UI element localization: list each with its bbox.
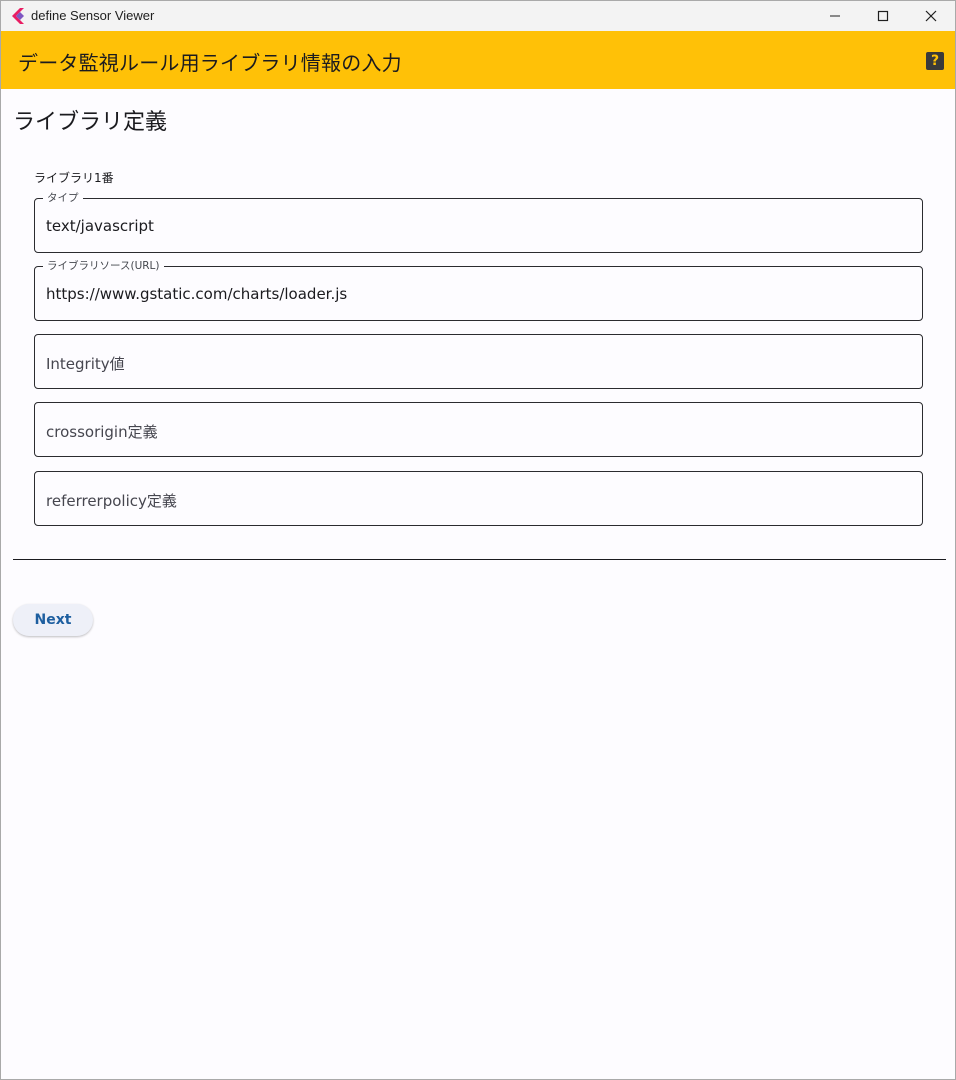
minimize-icon <box>830 15 840 17</box>
maximize-button[interactable] <box>860 1 906 31</box>
divider <box>13 559 946 560</box>
minimize-button[interactable] <box>812 1 858 31</box>
window-title: define Sensor Viewer <box>31 8 155 23</box>
referrerpolicy-placeholder[interactable]: referrerpolicy定義 <box>46 490 177 511</box>
page-title: データ監視ルール用ライブラリ情報の入力 <box>18 51 402 75</box>
flutter-logo-icon <box>12 8 24 24</box>
next-button[interactable]: Next <box>13 604 93 636</box>
type-field-label: タイプ <box>43 191 83 205</box>
help-icon[interactable]: ? <box>926 52 944 70</box>
close-button[interactable] <box>908 1 954 31</box>
crossorigin-placeholder[interactable]: crossorigin定義 <box>46 421 158 442</box>
maximize-icon <box>877 10 889 22</box>
section-title: ライブラリ定義 <box>13 110 168 135</box>
referrerpolicy-field[interactable]: referrerpolicy定義 <box>34 471 923 526</box>
integrity-field[interactable]: Integrity値 <box>34 334 923 389</box>
library-source-url-value[interactable]: https://www.gstatic.com/charts/loader.js <box>46 285 347 303</box>
crossorigin-field[interactable]: crossorigin定義 <box>34 402 923 457</box>
app-window: define Sensor Viewer データ監視ルール用ライブラリ情報の入力… <box>0 0 956 1080</box>
library-source-url-field[interactable]: ライブラリソース(URL) https://www.gstatic.com/ch… <box>34 259 923 321</box>
library-group-label: ライブラリ1番 <box>34 171 114 185</box>
type-field-value[interactable]: text/javascript <box>46 217 154 235</box>
close-icon <box>925 10 937 22</box>
type-field[interactable]: タイプ text/javascript <box>34 191 923 253</box>
library-source-url-label: ライブラリソース(URL) <box>43 259 164 273</box>
app-bar: データ監視ルール用ライブラリ情報の入力 ? <box>1 31 955 89</box>
title-bar[interactable]: define Sensor Viewer <box>1 1 955 31</box>
integrity-placeholder[interactable]: Integrity値 <box>46 353 125 374</box>
